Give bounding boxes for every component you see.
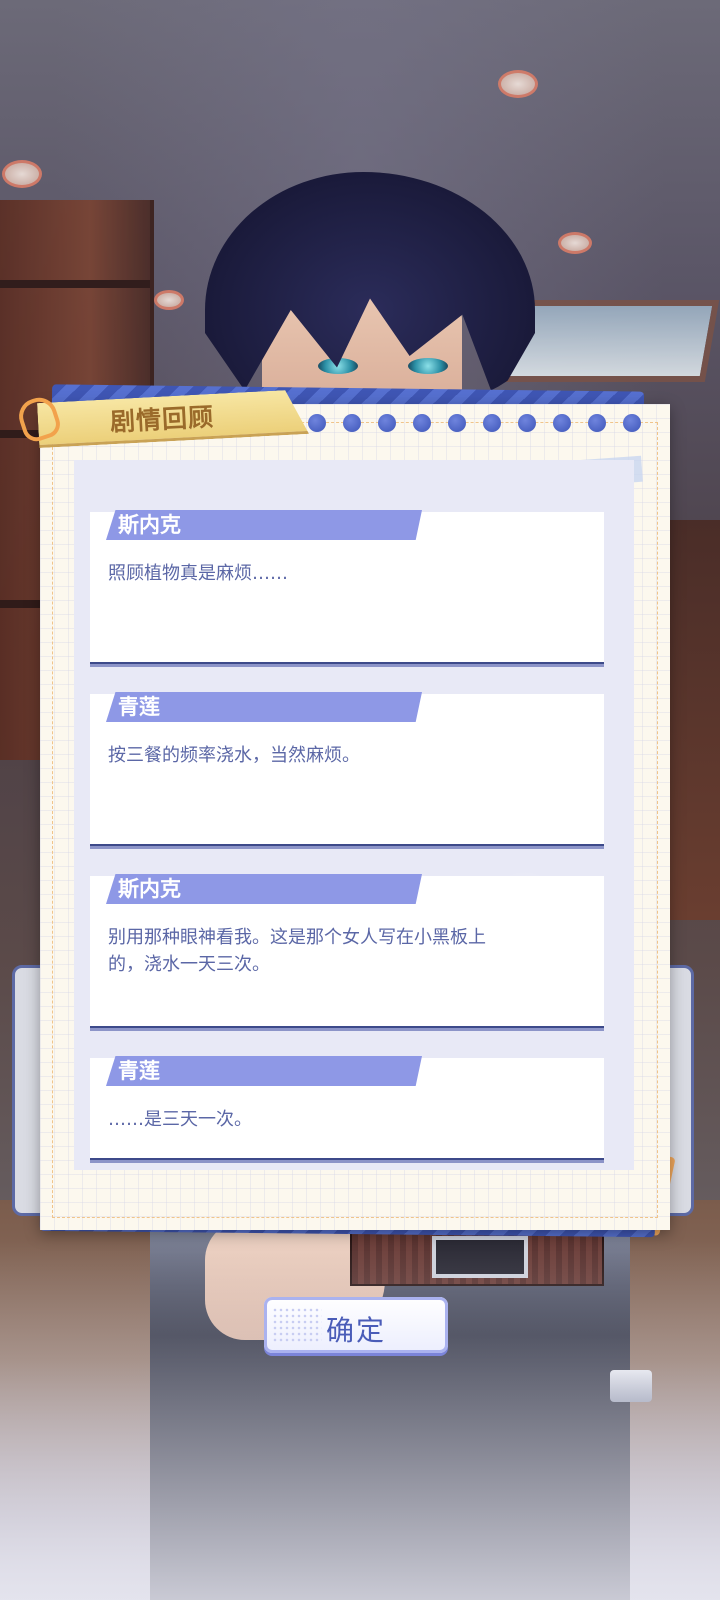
ceiling-light xyxy=(558,232,592,254)
dialogue-entry: 青莲 ……是三天一次。 xyxy=(90,1056,604,1160)
bottom-fade xyxy=(0,1240,720,1600)
panel-title-tag: 剧情回顾 xyxy=(38,396,328,444)
dialogue-text: ……是三天一次。 xyxy=(108,1109,252,1130)
speaker-name: 青莲 xyxy=(106,692,422,722)
dialogue-text: 别用那种眼神看我。这是那个女人写在小黑板上的，浇水一天三次。 xyxy=(108,927,486,975)
sparkle-effect xyxy=(480,870,570,980)
dialogue-entry: 斯内克 照顾植物真是麻烦…… xyxy=(90,510,604,664)
character-eye xyxy=(408,358,448,374)
speaker-name: 斯内克 xyxy=(106,874,422,904)
dialogue-text: 按三餐的频率浇水，当然麻烦。 xyxy=(108,745,360,766)
confirm-button[interactable]: 确定 xyxy=(264,1297,448,1353)
speaker-name: 青莲 xyxy=(106,1056,422,1086)
dialogue-entry: 青莲 按三餐的频率浇水，当然麻烦。 xyxy=(90,692,604,846)
dialogue-text: 照顾植物真是麻烦…… xyxy=(108,563,288,584)
confirm-button-label: 确定 xyxy=(325,1314,386,1347)
ceiling-light xyxy=(154,290,184,310)
ceiling-light xyxy=(498,70,538,98)
panel-title: 剧情回顾 xyxy=(109,402,215,437)
speaker-name: 斯内克 xyxy=(106,510,422,540)
ceiling-light xyxy=(2,160,42,188)
